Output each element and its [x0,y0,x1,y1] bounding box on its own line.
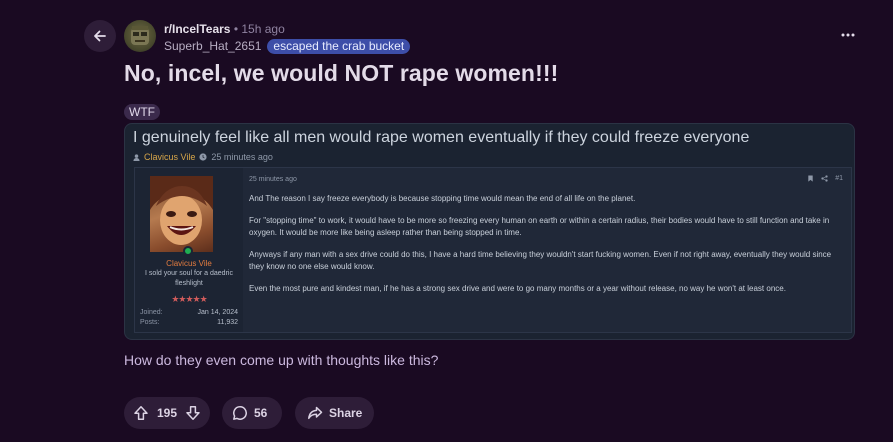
forum-message: Clavicus Vile I sold your soul for a dae… [134,167,852,333]
embed-thread-title: I genuinely feel like all men would rape… [133,129,750,146]
joined-value: Jan 14, 2024 [197,309,238,316]
upvote-icon[interactable] [133,405,149,421]
post-number: #1 [835,175,843,182]
embedded-screenshot[interactable]: I genuinely feel like all men would rape… [124,123,855,340]
user-title: I sold your soul for a daedric fleshligh… [145,270,233,287]
message-user-panel: Clavicus Vile I sold your soul for a dae… [135,168,243,332]
more-options-button[interactable] [837,24,859,46]
clock-icon [199,153,207,161]
back-button[interactable] [84,20,116,52]
message-date: 25 minutes ago [249,176,297,183]
meta-separator: • [233,22,239,36]
online-status-indicator [183,246,193,256]
joined-label: Joined: [140,309,163,316]
embed-thread-meta: Clavicus Vile 25 minutes ago [133,152,273,162]
vote-control: 195 [124,397,210,429]
message-paragraph: And The reason I say freeze everybody is… [249,194,636,203]
share-node-icon [821,175,828,182]
post-title: No, incel, we would NOT rape women!!! [124,60,559,86]
embed-author: Clavicus Vile [144,152,196,162]
bookmark-icon [807,175,814,182]
post-body-text: How do they even come up with thoughts l… [124,352,439,368]
user-rating-stars: ★★★★★ [171,294,207,304]
share-icon [307,405,323,421]
comment-icon [232,405,248,421]
subreddit-avatar[interactable] [124,20,156,52]
message-username: Clavicus Vile [166,259,212,268]
more-horizontal-icon [841,33,855,37]
posts-label: Posts: [140,319,160,326]
share-button[interactable]: Share [295,397,374,429]
post-time: 15h ago [241,22,285,36]
embed-time: 25 minutes ago [211,152,273,162]
subreddit-name[interactable]: r/IncelTears [164,22,230,36]
message-actions: #1 [807,175,843,182]
posts-value: 11,932 [217,319,238,326]
user-icon [133,153,140,161]
posts-stat: Posts: 11,932 [140,319,238,326]
post-author[interactable]: Superb_Hat_2651 [164,38,261,54]
message-content: 25 minutes ago #1 And The reason I say f… [249,168,849,332]
joined-stat: Joined: Jan 14, 2024 [140,309,238,316]
post-flair-tag[interactable]: WTF [124,104,160,120]
downvote-icon[interactable] [185,405,201,421]
message-paragraph: Anyways if any man with a sex drive coul… [249,250,832,271]
arrow-left-icon [92,28,108,44]
post-meta: r/IncelTears • 15h ago Superb_Hat_2651 e… [164,21,411,54]
user-flair: escaped the crab bucket [267,38,411,54]
message-body: And The reason I say freeze everybody is… [249,193,839,305]
message-paragraph: Even the most pure and kindest man, if h… [249,284,786,293]
comments-button[interactable]: 56 [222,397,282,429]
message-paragraph: For "stopping time" to work, it would ha… [249,216,830,237]
share-label: Share [329,406,363,420]
vote-count: 195 [156,406,178,420]
comment-count: 56 [254,406,268,420]
user-avatar [150,176,213,252]
